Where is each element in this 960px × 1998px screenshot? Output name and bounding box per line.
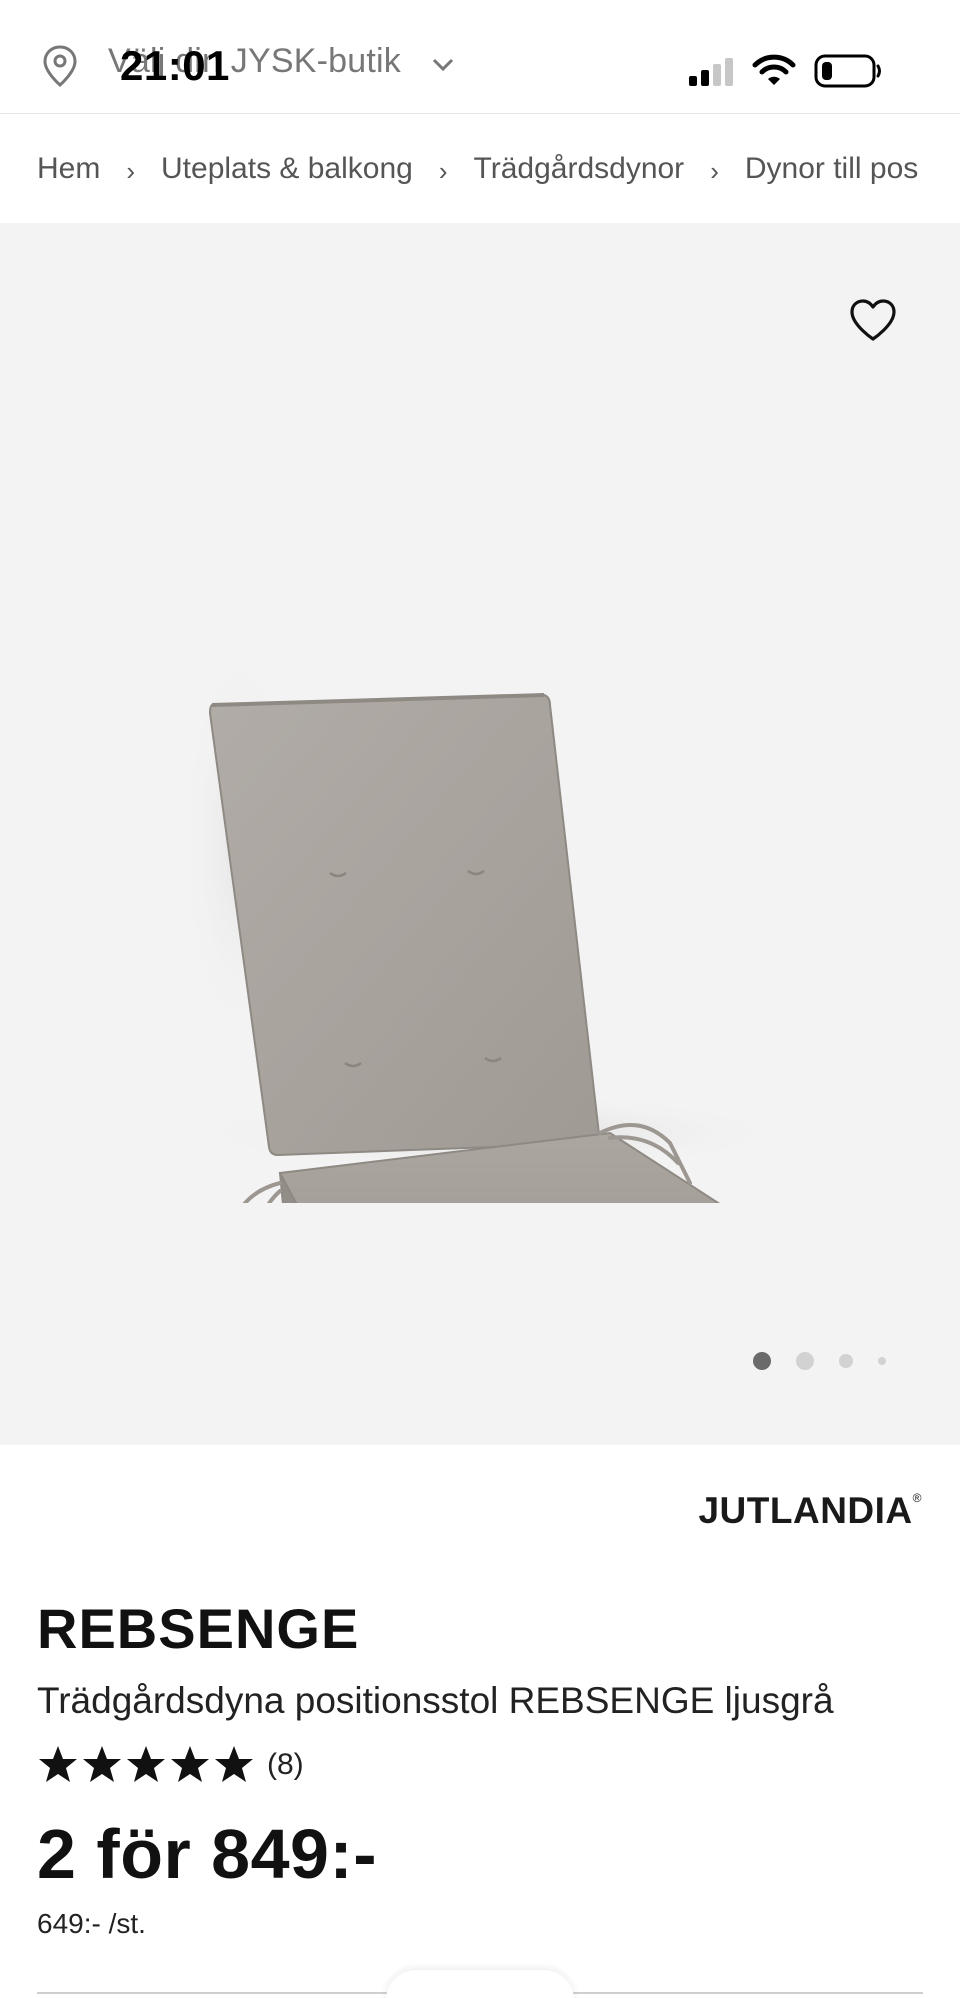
- breadcrumb-item-garden-cushions[interactable]: Trädgårdsdynor: [474, 152, 685, 186]
- breadcrumb-item-position-chair-cushions[interactable]: Dynor till pos: [745, 152, 918, 186]
- location-pin-icon[interactable]: [40, 44, 80, 88]
- gallery-pagination-dots[interactable]: [750, 1349, 890, 1373]
- breadcrumb-separator: ›: [438, 155, 448, 186]
- product-name: REBSENGE: [37, 1597, 360, 1660]
- brand-registered-mark: ®: [912, 1490, 922, 1505]
- status-clock: 21:01: [120, 42, 230, 89]
- floating-action-pill[interactable]: [386, 1970, 574, 1998]
- breadcrumb-item-home[interactable]: Hem: [37, 152, 100, 186]
- brand-logo-text: JUTLANDIA: [698, 1490, 913, 1531]
- product-description: Trädgårdsdyna positionsstol REBSENGE lju…: [37, 1680, 834, 1721]
- favorite-heart-icon[interactable]: [848, 297, 898, 343]
- breadcrumb: Hem › Uteplats & balkong › Trädgårdsdyno…: [0, 115, 960, 223]
- unit-price: 649:- /st.: [37, 1908, 146, 1939]
- top-bar: Välj din JYSK-butik 21:01: [0, 0, 960, 114]
- breadcrumb-item-patio[interactable]: Uteplats & balkong: [161, 152, 413, 186]
- breadcrumb-separator: ›: [126, 155, 136, 186]
- product-image-gallery[interactable]: [0, 223, 960, 1445]
- product-image: [180, 643, 790, 1203]
- product-price: 2 för 849:-: [37, 1815, 378, 1893]
- star-rating-icon: [39, 1746, 253, 1782]
- product-rating[interactable]: (8): [37, 1740, 304, 1790]
- review-count[interactable]: (8): [267, 1748, 304, 1782]
- chevron-down-icon[interactable]: [428, 50, 458, 80]
- battery-icon: [814, 54, 882, 88]
- wifi-icon: [752, 52, 796, 88]
- cellular-signal-icon: [688, 56, 736, 88]
- breadcrumb-separator: ›: [710, 155, 719, 186]
- brand-logo[interactable]: JUTLANDIA®: [698, 1490, 922, 1532]
